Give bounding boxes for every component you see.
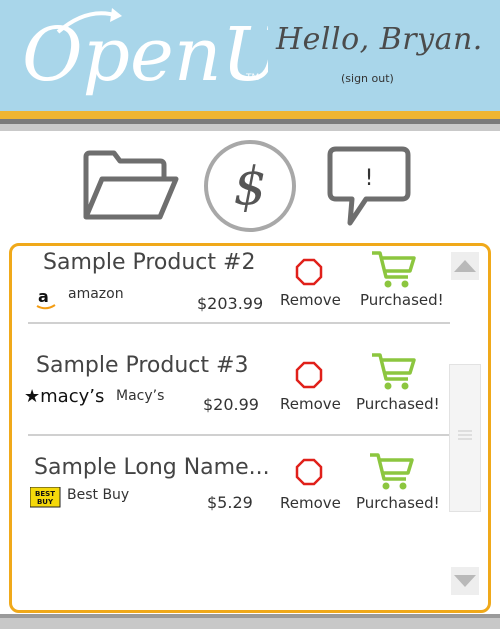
store-name: Best Buy xyxy=(67,487,130,503)
product-name: Sample Long Name... xyxy=(34,455,270,480)
dollar-icon: $ xyxy=(233,157,266,217)
header-orange-stripe xyxy=(0,111,500,119)
svg-text:!: ! xyxy=(365,166,374,191)
svg-text:★macy’s: ★macy’s xyxy=(24,386,104,407)
product-name: Sample Product #3 xyxy=(36,353,249,378)
triangle-down-icon xyxy=(454,575,476,587)
product-price: $203.99 xyxy=(197,294,264,313)
product-price: $20.99 xyxy=(203,395,259,414)
cart-icon[interactable] xyxy=(368,451,414,491)
store-name: Macy’s xyxy=(116,388,165,404)
store-name: amazon xyxy=(68,286,124,302)
speech-alert-icon[interactable]: ! xyxy=(326,145,412,229)
list-item: Sample Product #3 ★macy’s Macy’s $20.99 … xyxy=(12,345,442,435)
scrollbar-thumb[interactable] xyxy=(449,364,481,512)
list-item: Sample Long Name... BEST BUY Best Buy $5… xyxy=(12,450,442,540)
triangle-up-icon xyxy=(454,260,476,272)
grip-icon xyxy=(458,430,472,440)
stop-icon[interactable] xyxy=(295,258,323,286)
header-gray-stripe xyxy=(0,119,500,131)
amazon-logo-icon: a xyxy=(36,287,56,310)
header-bar: OpenUp TM Hello, Bryan. (sign out) xyxy=(0,0,500,111)
product-name: Sample Product #2 xyxy=(43,250,256,275)
svg-text:BEST: BEST xyxy=(35,490,55,498)
remove-button[interactable]: Remove xyxy=(280,395,341,413)
greeting-text: Hello, Bryan. xyxy=(276,22,483,57)
purchased-button[interactable]: Purchased! xyxy=(360,291,444,309)
best-buy-logo-icon: BEST BUY xyxy=(30,487,61,508)
stop-icon[interactable] xyxy=(295,458,323,486)
cart-icon[interactable] xyxy=(370,249,416,289)
product-list-panel[interactable]: Sample Product #2 a amazon $203.99 Remov… xyxy=(9,243,491,613)
product-price: $5.29 xyxy=(207,493,253,512)
svg-text:OpenUp: OpenUp xyxy=(22,12,268,98)
svg-text:TM: TM xyxy=(245,73,259,83)
scroll-down-button[interactable] xyxy=(451,567,479,595)
stop-icon[interactable] xyxy=(295,361,323,389)
footer-gray-stripe xyxy=(0,614,500,629)
remove-button[interactable]: Remove xyxy=(280,291,341,309)
openup-logo: OpenUp TM xyxy=(22,8,268,98)
remove-button[interactable]: Remove xyxy=(280,494,341,512)
folder-icon[interactable] xyxy=(80,147,180,223)
dollar-button[interactable]: $ xyxy=(202,138,298,234)
row-divider xyxy=(28,322,450,324)
scroll-up-button[interactable] xyxy=(451,252,479,280)
sign-out-link[interactable]: (sign out) xyxy=(341,72,394,85)
row-divider xyxy=(28,434,450,436)
cart-icon[interactable] xyxy=(370,351,416,391)
macys-logo-icon: ★macy’s xyxy=(24,386,104,407)
svg-text:a: a xyxy=(38,287,49,306)
purchased-button[interactable]: Purchased! xyxy=(356,494,440,512)
svg-text:BUY: BUY xyxy=(37,498,54,506)
purchased-button[interactable]: Purchased! xyxy=(356,395,440,413)
